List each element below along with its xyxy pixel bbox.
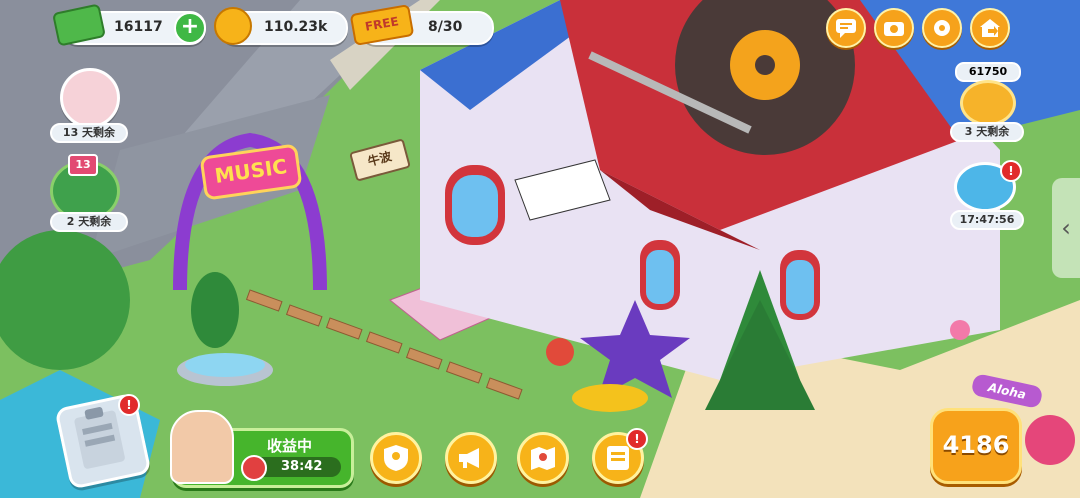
ticket-value: 4186 xyxy=(942,431,1010,459)
event-avatar-girl[interactable] xyxy=(60,68,120,128)
diving-timer: 17:47:56 xyxy=(950,210,1024,230)
piggy-timer: 3 天剩余 xyxy=(950,122,1024,142)
coin-value: 110.23k xyxy=(264,19,328,35)
town-background xyxy=(0,0,1080,498)
event-bell-level: 13 xyxy=(68,154,98,176)
free-label: FREE xyxy=(363,14,400,34)
camera-button[interactable] xyxy=(874,8,914,48)
stopwatch-icon xyxy=(241,455,267,481)
megaphone-icon xyxy=(459,448,479,468)
plus-icon: + xyxy=(180,14,200,39)
schedule-alert-badge: ! xyxy=(626,428,648,450)
exit-button[interactable] xyxy=(970,8,1010,48)
manager-avatar xyxy=(170,410,234,484)
shop-sign-text: 牛波 xyxy=(366,149,394,169)
ticket-counter[interactable]: 4186 xyxy=(930,408,1022,484)
camera-icon xyxy=(884,22,904,36)
income-timer: 38:42 xyxy=(281,459,323,474)
schedule-icon xyxy=(607,446,629,470)
side-panel-toggle[interactable]: ‹ xyxy=(1052,178,1080,278)
staff-button[interactable] xyxy=(370,432,422,484)
event-level-text: 13 xyxy=(75,158,91,171)
diving-alert-badge: ! xyxy=(1000,160,1022,182)
music-sign-text: MUSIC xyxy=(213,154,289,188)
event-timer-2: 2 天剩余 xyxy=(50,212,128,232)
announce-button[interactable] xyxy=(445,432,497,484)
game-scene[interactable]: MUSIC 牛波 Aloha 16117 + 110.23k 8/30 FREE… xyxy=(0,0,1080,498)
piggy-bank-button[interactable] xyxy=(960,80,1016,126)
map-button[interactable] xyxy=(517,432,569,484)
task-alert-badge: ! xyxy=(118,394,140,416)
free-count: 8/30 xyxy=(428,19,463,35)
cash-value: 16117 xyxy=(114,19,163,35)
chat-button[interactable] xyxy=(826,8,866,48)
coin-icon xyxy=(214,7,252,45)
add-cash-button[interactable]: + xyxy=(174,12,206,44)
chat-icon xyxy=(836,19,856,38)
income-label: 收益中 xyxy=(267,437,313,455)
home-exit-icon xyxy=(980,19,1000,37)
shield-icon xyxy=(384,445,408,471)
settings-button[interactable] xyxy=(922,8,962,48)
piggy-bank-amount: 61750 xyxy=(955,62,1021,82)
event-timer-1: 13 天剩余 xyxy=(50,123,128,143)
map-icon xyxy=(531,447,555,470)
aloha-sign-text: Aloha xyxy=(986,380,1028,402)
gear-icon xyxy=(934,20,950,36)
piggy-amount-text: 61750 xyxy=(968,65,1008,78)
chevron-left-icon: ‹ xyxy=(1061,214,1071,242)
